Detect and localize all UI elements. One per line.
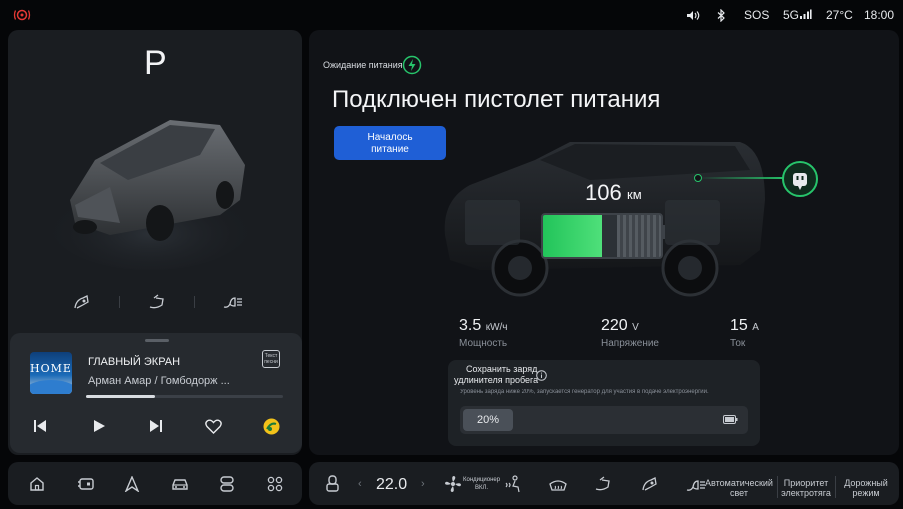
voltage-unit: V bbox=[632, 322, 639, 333]
battery-terminal bbox=[661, 225, 665, 239]
vehicle-icon[interactable] bbox=[77, 476, 95, 492]
divider bbox=[194, 296, 195, 308]
charging-headline: Подключен пистолет питания bbox=[332, 86, 661, 113]
road-mode-line1: Дорожный bbox=[844, 478, 888, 488]
battery-empty bbox=[617, 215, 661, 257]
temp-down-button[interactable]: ‹ bbox=[358, 478, 362, 490]
trunk-icon[interactable] bbox=[148, 294, 166, 310]
connector-line bbox=[698, 177, 786, 179]
next-icon[interactable] bbox=[149, 419, 163, 433]
lightning-icon bbox=[402, 55, 422, 75]
range-extender-title: Сохранить заряд удлинителя пробега bbox=[454, 364, 538, 386]
connector-dot bbox=[694, 174, 702, 182]
album-earth bbox=[30, 380, 72, 394]
range-extender-title-line1: Сохранить заряд bbox=[466, 364, 538, 374]
gear-indicator: P bbox=[144, 44, 167, 82]
current-value: 15 bbox=[730, 317, 748, 334]
play-icon[interactable] bbox=[92, 419, 106, 433]
trunk-control-icon[interactable] bbox=[594, 476, 612, 492]
voltage-label: Напряжение bbox=[601, 338, 659, 349]
priority-line1: Приоритет bbox=[783, 478, 829, 488]
drag-handle[interactable] bbox=[145, 339, 169, 342]
volume-icon[interactable] bbox=[686, 10, 700, 21]
ac-label-line1: Кондиционер bbox=[463, 477, 501, 483]
bluetooth-icon[interactable] bbox=[717, 9, 726, 22]
previous-icon[interactable] bbox=[33, 419, 47, 433]
divider bbox=[777, 476, 778, 498]
charge-port-icon[interactable] bbox=[73, 294, 91, 310]
album-title: HOME bbox=[30, 362, 72, 375]
divider bbox=[835, 476, 836, 498]
voltage-metric: 220 V bbox=[601, 317, 639, 335]
range-unit: км bbox=[627, 187, 642, 202]
sos-label[interactable]: SOS bbox=[744, 8, 769, 22]
battery-gauge bbox=[541, 213, 663, 259]
auto-light-line2: свет bbox=[729, 488, 748, 498]
temperature-setting: 22.0 bbox=[376, 476, 408, 493]
auto-light-button[interactable]: Автоматический свет bbox=[704, 478, 774, 498]
lyrics-button[interactable]: Текст песни bbox=[262, 350, 280, 368]
fan-icon[interactable] bbox=[444, 475, 462, 493]
status-bar: SOS 5G 27°C 18:00 bbox=[0, 0, 903, 30]
track-title: ГЛАВНЫЙ ЭКРАН bbox=[88, 356, 181, 368]
priority-ev-button[interactable]: Приоритет электротяга bbox=[779, 478, 833, 498]
info-icon[interactable] bbox=[536, 370, 547, 381]
clock: 18:00 bbox=[864, 8, 895, 22]
range-extender-description: Уровень заряда ниже 20%, запускается ген… bbox=[460, 389, 709, 395]
road-mode-button[interactable]: Дорожный режим bbox=[838, 478, 894, 498]
lyrics-label: Текст песни bbox=[264, 353, 278, 365]
music-app-icon[interactable] bbox=[263, 418, 280, 435]
headlight-icon[interactable] bbox=[222, 294, 244, 310]
favorite-icon[interactable] bbox=[205, 419, 222, 434]
ac-label[interactable]: Кондиционер ВКЛ. bbox=[463, 476, 500, 492]
apps-icon[interactable] bbox=[267, 476, 283, 492]
seat-icon[interactable] bbox=[325, 475, 340, 493]
power-label: Мощность bbox=[459, 338, 508, 349]
current-label: Ток bbox=[730, 338, 746, 349]
range-extender-title-line2: удлинителя пробега bbox=[454, 375, 539, 385]
temp-up-button[interactable]: › bbox=[421, 478, 425, 490]
track-artist: Арман Амар / Гомбодорж ... bbox=[88, 375, 230, 387]
progress-track[interactable] bbox=[86, 395, 283, 398]
divider bbox=[119, 296, 120, 308]
progress-fill bbox=[86, 395, 155, 398]
priority-line2: электротяга bbox=[781, 488, 831, 498]
range-value: 106 bbox=[585, 180, 622, 205]
alert-icon bbox=[13, 8, 31, 22]
power-metric: 3.5 кW/ч bbox=[459, 317, 508, 335]
charging-status-label: Ожидание питания bbox=[323, 60, 403, 70]
charge-port-control-icon[interactable] bbox=[641, 476, 659, 492]
ac-label-line2: ВКЛ. bbox=[475, 485, 489, 491]
album-art[interactable]: HOME bbox=[30, 352, 72, 394]
current-unit: A bbox=[752, 322, 759, 333]
home-icon[interactable] bbox=[29, 476, 45, 492]
car-icon[interactable] bbox=[171, 476, 189, 492]
start-charging-button[interactable]: Началось питание bbox=[334, 126, 446, 160]
start-charging-label: Началось питание bbox=[367, 132, 413, 155]
voltage-value: 220 bbox=[601, 317, 628, 334]
defrost-icon[interactable] bbox=[548, 477, 568, 492]
current-metric: 15 A bbox=[730, 317, 759, 335]
network-label: 5G bbox=[783, 8, 800, 22]
seat-heating-icon[interactable] bbox=[503, 475, 523, 493]
vehicle-illustration[interactable] bbox=[50, 105, 255, 280]
battery-icon bbox=[723, 415, 738, 424]
controls-icon[interactable] bbox=[219, 475, 235, 493]
nav-bar bbox=[8, 462, 302, 505]
power-unit: кW/ч bbox=[485, 322, 508, 333]
auto-light-line1: Автоматический bbox=[705, 478, 773, 488]
range-extender-value[interactable]: 20% bbox=[463, 409, 513, 431]
range-extender-slider[interactable]: 20% bbox=[460, 406, 748, 434]
signal-icon bbox=[799, 9, 812, 20]
charging-plug-icon bbox=[781, 160, 819, 198]
navigation-icon[interactable] bbox=[124, 476, 140, 492]
battery-fill bbox=[543, 215, 602, 257]
temperature-label: 27°C bbox=[826, 8, 853, 22]
road-mode-line2: режим bbox=[852, 488, 880, 498]
power-value: 3.5 bbox=[459, 317, 482, 334]
